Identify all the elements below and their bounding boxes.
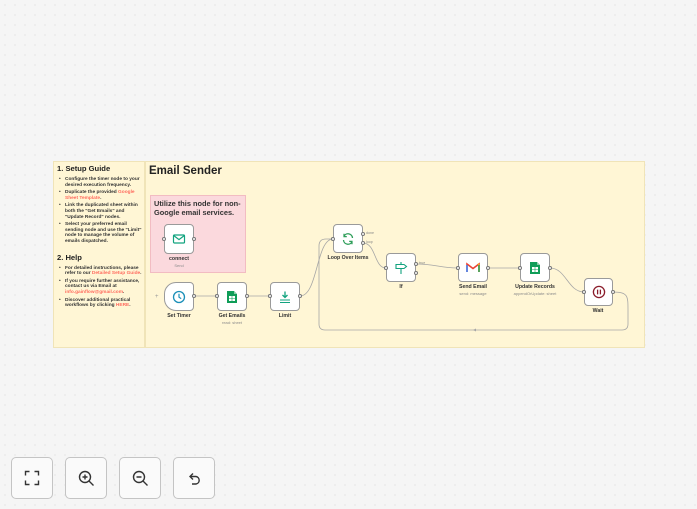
node-if-label: If: [399, 284, 403, 290]
node-wait[interactable]: [584, 278, 613, 306]
google-sheets-icon: [530, 261, 540, 274]
node-set-timer-output-port[interactable]: [192, 294, 196, 298]
node-wait-input-port[interactable]: [582, 290, 586, 294]
node-wait-output-port[interactable]: [611, 290, 615, 294]
node-loop-loop-port[interactable]: [361, 241, 365, 245]
node-limit-output-port[interactable]: [298, 294, 302, 298]
node-loop-done-label: done: [366, 231, 374, 235]
connection-limit-to-loop: [299, 238, 334, 297]
reset-zoom-button[interactable]: [173, 457, 215, 499]
node-limit-label: Limit: [278, 313, 292, 319]
node-loop-label: Loop Over Items: [327, 255, 369, 261]
google-sheets-icon: [227, 290, 237, 303]
node-update-records-output-port[interactable]: [548, 266, 552, 270]
node-send-email[interactable]: [458, 253, 488, 282]
node-if-false-port[interactable]: [414, 271, 418, 275]
zoom-out-button[interactable]: [119, 457, 161, 499]
node-send-email-output-port[interactable]: [486, 266, 490, 270]
zoom-out-icon: [132, 470, 148, 486]
node-update-records-label: Update Records: [515, 284, 555, 290]
limit-icon: [280, 291, 290, 303]
zoom-to-fit-button[interactable]: [11, 457, 53, 499]
node-get-emails-subtitle: read: sheet: [221, 320, 242, 325]
clock-icon: [172, 290, 186, 303]
node-if-true-port[interactable]: [414, 262, 418, 266]
email-icon: [172, 234, 186, 244]
node-update-records-input-port[interactable]: [518, 266, 522, 270]
pause-icon: [592, 285, 605, 299]
undo-icon: [189, 473, 200, 485]
node-update-records-subtitle: appendOrUpdate: sheet: [513, 291, 557, 296]
zoom-in-button[interactable]: [65, 457, 107, 499]
node-send-email-label: Send Email: [459, 284, 487, 290]
node-get-emails[interactable]: [217, 282, 247, 311]
node-connect-subtitle: Send: [174, 263, 184, 268]
node-loop-loop-label: loop: [366, 240, 373, 244]
node-loop-input-port[interactable]: [331, 237, 335, 241]
node-loop-over-items[interactable]: [333, 224, 363, 253]
node-loop-done-port[interactable]: [361, 232, 365, 236]
node-send-email-input-port[interactable]: [456, 266, 460, 270]
node-get-emails-output-port[interactable]: [245, 294, 249, 298]
loop-icon: [342, 232, 354, 245]
node-get-emails-input-port[interactable]: [215, 294, 219, 298]
zoom-in-icon: [78, 470, 94, 486]
node-if[interactable]: [386, 253, 416, 282]
node-limit[interactable]: [270, 282, 300, 311]
signpost-icon: [395, 261, 408, 274]
node-connect-input-port[interactable]: [162, 237, 166, 241]
workflow-canvas[interactable]: 1. Setup Guide Configure the timer node …: [0, 0, 697, 509]
gmail-icon: [466, 262, 480, 272]
fit-view-icon: [24, 470, 40, 486]
node-connect[interactable]: [164, 224, 194, 254]
node-set-timer[interactable]: [164, 282, 194, 311]
node-wait-label: Wait: [592, 308, 604, 314]
node-if-input-port[interactable]: [384, 266, 388, 270]
node-if-true-label: true: [419, 261, 426, 265]
node-limit-input-port[interactable]: [268, 294, 272, 298]
add-trigger-plus-icon: +: [155, 294, 159, 300]
node-update-records[interactable]: [520, 253, 550, 282]
node-connect-label: connect: [169, 256, 189, 262]
node-connect-output-port[interactable]: [192, 237, 196, 241]
